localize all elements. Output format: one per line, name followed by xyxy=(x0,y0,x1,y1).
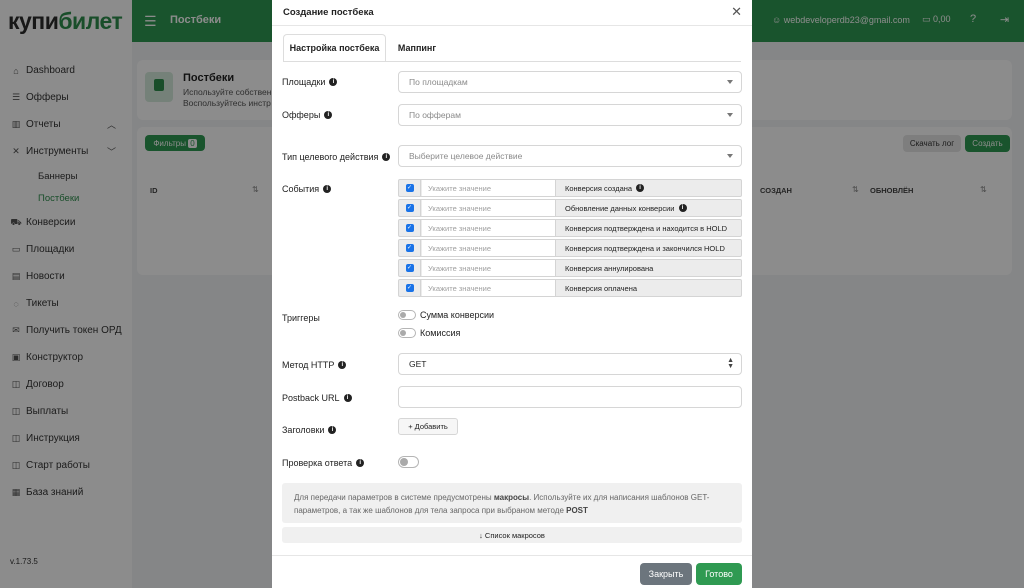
platforms-label: Площадки i xyxy=(282,77,338,87)
event-row: ✓ Укажите значение Обновление данных кон… xyxy=(398,199,742,217)
trigger-commission-label: Комиссия xyxy=(420,328,461,338)
event-name: Конверсия оплачена xyxy=(565,283,638,293)
tabs-divider xyxy=(283,61,741,62)
triggers-label: Триггеры xyxy=(282,313,320,323)
tab-settings[interactable]: Настройка постбека xyxy=(283,34,386,62)
caret-down-icon xyxy=(727,113,733,117)
macro-list-button[interactable]: ↓ Список макросов xyxy=(282,527,742,543)
event-row: ✓ Укажите значение Конверсия оплачена xyxy=(398,279,742,297)
check-icon: ✓ xyxy=(405,204,414,212)
event-value-input[interactable]: Укажите значение xyxy=(422,220,556,236)
tab-mapping[interactable]: Маппинг xyxy=(387,34,447,62)
event-value-input[interactable]: Укажите значение xyxy=(422,260,556,276)
modal-footer-divider xyxy=(272,555,752,556)
event-value-input[interactable]: Укажите значение xyxy=(422,280,556,296)
http-method-label: Метод HTTP i xyxy=(282,360,347,370)
info-icon[interactable]: i xyxy=(382,153,391,161)
event-name: Конверсия подтверждена и находится в HOL… xyxy=(565,223,728,233)
event-checkbox[interactable]: ✓ xyxy=(399,260,421,276)
info-icon[interactable]: i xyxy=(636,184,645,192)
event-checkbox[interactable]: ✓ xyxy=(399,240,421,256)
info-icon[interactable]: i xyxy=(356,459,365,467)
close-button[interactable]: Закрыть xyxy=(640,563,692,585)
check-icon: ✓ xyxy=(405,184,414,192)
close-icon[interactable]: ✕ xyxy=(731,4,742,20)
event-value-input[interactable]: Укажите значение xyxy=(422,240,556,256)
event-name: Конверсия аннулирована xyxy=(565,263,654,273)
info-icon[interactable]: i xyxy=(678,204,687,212)
check-icon: ✓ xyxy=(405,244,414,252)
event-checkbox[interactable]: ✓ xyxy=(399,280,421,296)
trigger-amount-label: Сумма конверсии xyxy=(420,310,495,320)
offers-label: Офферы i xyxy=(282,110,333,120)
event-row: ✓ Укажите значение Конверсия подтвержден… xyxy=(398,239,742,257)
info-icon[interactable]: i xyxy=(329,78,338,86)
event-checkbox[interactable]: ✓ xyxy=(399,180,421,196)
caret-down-icon xyxy=(727,80,733,84)
platforms-select[interactable]: По площадкам xyxy=(398,71,742,93)
event-name: Обновление данных конверсии i xyxy=(565,200,687,216)
event-checkbox[interactable]: ✓ xyxy=(399,220,421,236)
check-icon: ✓ xyxy=(405,224,414,232)
caret-down-icon xyxy=(727,154,733,158)
http-method-select[interactable]: GET ▲ ▼ xyxy=(398,353,742,375)
events-label: События i xyxy=(282,184,332,194)
check-icon: ✓ xyxy=(405,264,414,272)
event-name: Конверсия подтверждена и закончился HOLD xyxy=(565,243,725,253)
event-row: ✓ Укажите значение Конверсия аннулирован… xyxy=(398,259,742,277)
event-checkbox[interactable]: ✓ xyxy=(399,200,421,216)
info-icon[interactable]: i xyxy=(338,361,347,369)
event-row: ✓ Укажите значение Конверсия создана i xyxy=(398,179,742,197)
postback-url-label: Postback URL i xyxy=(282,393,352,403)
postback-url-input[interactable] xyxy=(398,386,742,408)
info-icon[interactable]: i xyxy=(328,426,337,434)
add-header-button[interactable]: + Добавить xyxy=(398,418,458,435)
check-response-label: Проверка ответа i xyxy=(282,458,365,468)
trigger-commission-toggle[interactable] xyxy=(398,328,416,338)
event-row: ✓ Укажите значение Конверсия подтвержден… xyxy=(398,219,742,237)
event-value-input[interactable]: Укажите значение xyxy=(422,180,556,196)
check-icon: ✓ xyxy=(405,284,414,292)
target-action-label: Тип целевого действия i xyxy=(282,152,391,162)
info-icon[interactable]: i xyxy=(324,111,333,119)
macros-info-box: Для передачи параметров в системе предус… xyxy=(282,483,742,523)
modal-header: Создание постбека ✕ xyxy=(272,0,752,26)
updown-icon: ▲ ▼ xyxy=(727,357,734,370)
info-icon[interactable]: i xyxy=(343,394,352,402)
check-response-toggle[interactable] xyxy=(398,456,419,468)
headers-label: Заголовки i xyxy=(282,425,337,435)
info-icon[interactable]: i xyxy=(323,185,332,193)
target-action-select[interactable]: Выберите целевое действие xyxy=(398,145,742,167)
modal-title: Создание постбека xyxy=(283,7,374,18)
trigger-amount-toggle[interactable] xyxy=(398,310,416,320)
create-postback-modal: Создание постбека ✕ Настройка постбека М… xyxy=(272,0,752,588)
event-name: Конверсия создана i xyxy=(565,180,645,196)
offers-select[interactable]: По офферам xyxy=(398,104,742,126)
done-button[interactable]: Готово xyxy=(696,563,742,585)
event-value-input[interactable]: Укажите значение xyxy=(422,200,556,216)
